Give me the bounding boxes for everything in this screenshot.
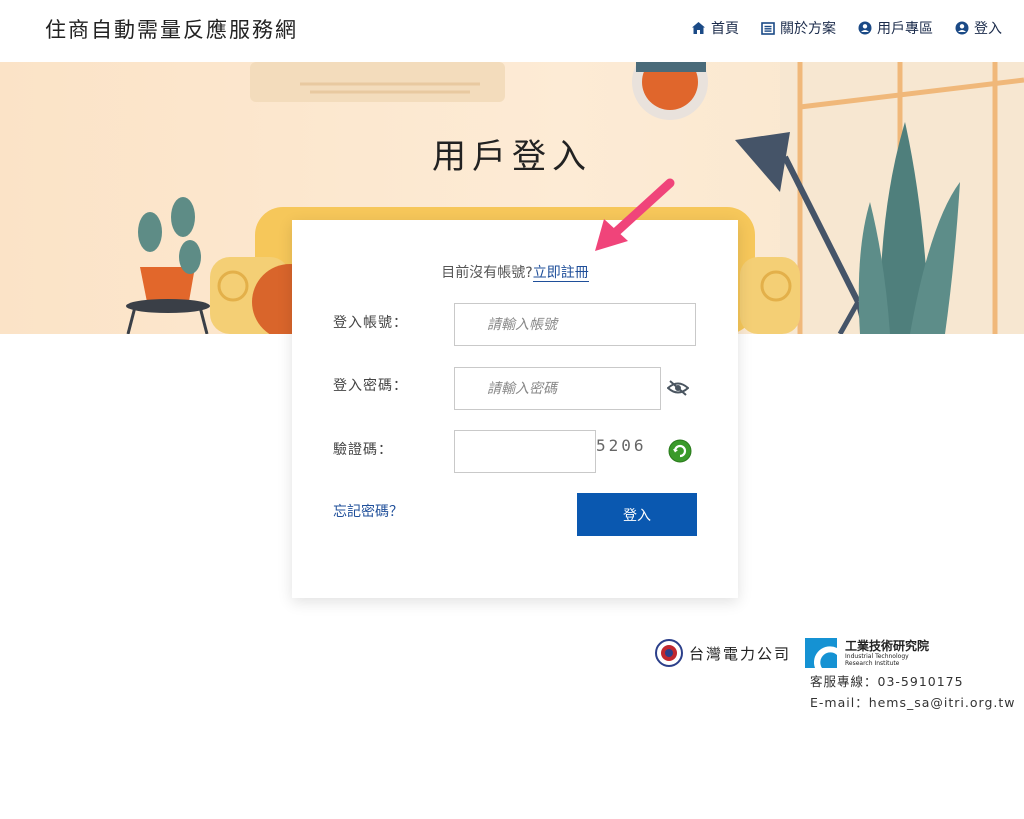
arrow-annotation-icon (595, 178, 675, 251)
account-input[interactable] (454, 303, 696, 346)
itri-logo: 工業技術研究院 Industrial Technology Research I… (805, 638, 929, 668)
site-brand[interactable]: 住商自動需量反應服務網 (45, 14, 298, 44)
account-label: 登入帳號： (333, 315, 408, 331)
taipower-logo: 台灣電力公司 (655, 639, 791, 667)
register-link[interactable]: 立即註冊 (532, 265, 589, 282)
refresh-icon[interactable] (668, 439, 692, 467)
taipower-emblem-icon (655, 639, 683, 667)
user-circle-icon (955, 21, 969, 35)
nav-home[interactable]: 首頁 (691, 18, 739, 38)
taipower-name: 台灣電力公司 (689, 644, 792, 663)
nav-home-label: 首頁 (711, 21, 739, 37)
page-title: 用戶登入 (432, 137, 592, 177)
nav-about-label: 關於方案 (780, 21, 836, 37)
password-label: 登入密碼： (333, 378, 408, 394)
home-icon (691, 21, 706, 35)
login-card: 目前沒有帳號?立即註冊 登入帳號： 登入密碼： 驗證碼： 5206 忘記密碼？ … (292, 220, 738, 598)
password-input[interactable] (454, 367, 661, 410)
register-prompt: 目前沒有帳號?立即註冊 (292, 262, 738, 282)
captcha-label: 驗證碼： (333, 442, 393, 458)
eye-slash-icon[interactable] (666, 380, 690, 400)
list-icon (761, 21, 775, 35)
itri-en-line1: Industrial Technology (845, 652, 909, 660)
main-nav: 首頁 關於方案 用戶專區 登入 (691, 18, 1002, 38)
top-navbar: 住商自動需量反應服務網 首頁 關於方案 用戶專區 登入 (0, 0, 1024, 62)
nav-login[interactable]: 登入 (955, 18, 1002, 38)
contact-info: 客服專線：03-5910175 E-mail：hems_sa@itri.org.… (810, 671, 1015, 713)
nav-user-area[interactable]: 用戶專區 (858, 18, 933, 38)
footer-logos: 台灣電力公司 工業技術研究院 Industrial Technology Res… (655, 638, 929, 668)
register-prompt-text: 目前沒有帳號? (441, 265, 533, 281)
user-circle-icon (858, 21, 872, 35)
nav-user-area-label: 用戶專區 (877, 21, 933, 37)
login-button[interactable]: 登入 (577, 493, 697, 536)
service-phone: 客服專線：03-5910175 (810, 674, 964, 689)
itri-emblem-icon (805, 638, 838, 668)
service-email[interactable]: E-mail：hems_sa@itri.org.tw (810, 692, 1015, 713)
captcha-input[interactable] (454, 430, 596, 473)
nav-about[interactable]: 關於方案 (761, 18, 836, 38)
itri-en-line2: Research Institute (845, 659, 900, 667)
forgot-password-link[interactable]: 忘記密碼？ (333, 501, 403, 521)
itri-name: 工業技術研究院 (845, 638, 930, 653)
nav-login-label: 登入 (974, 21, 1002, 37)
captcha-image: 5206 (596, 436, 647, 455)
